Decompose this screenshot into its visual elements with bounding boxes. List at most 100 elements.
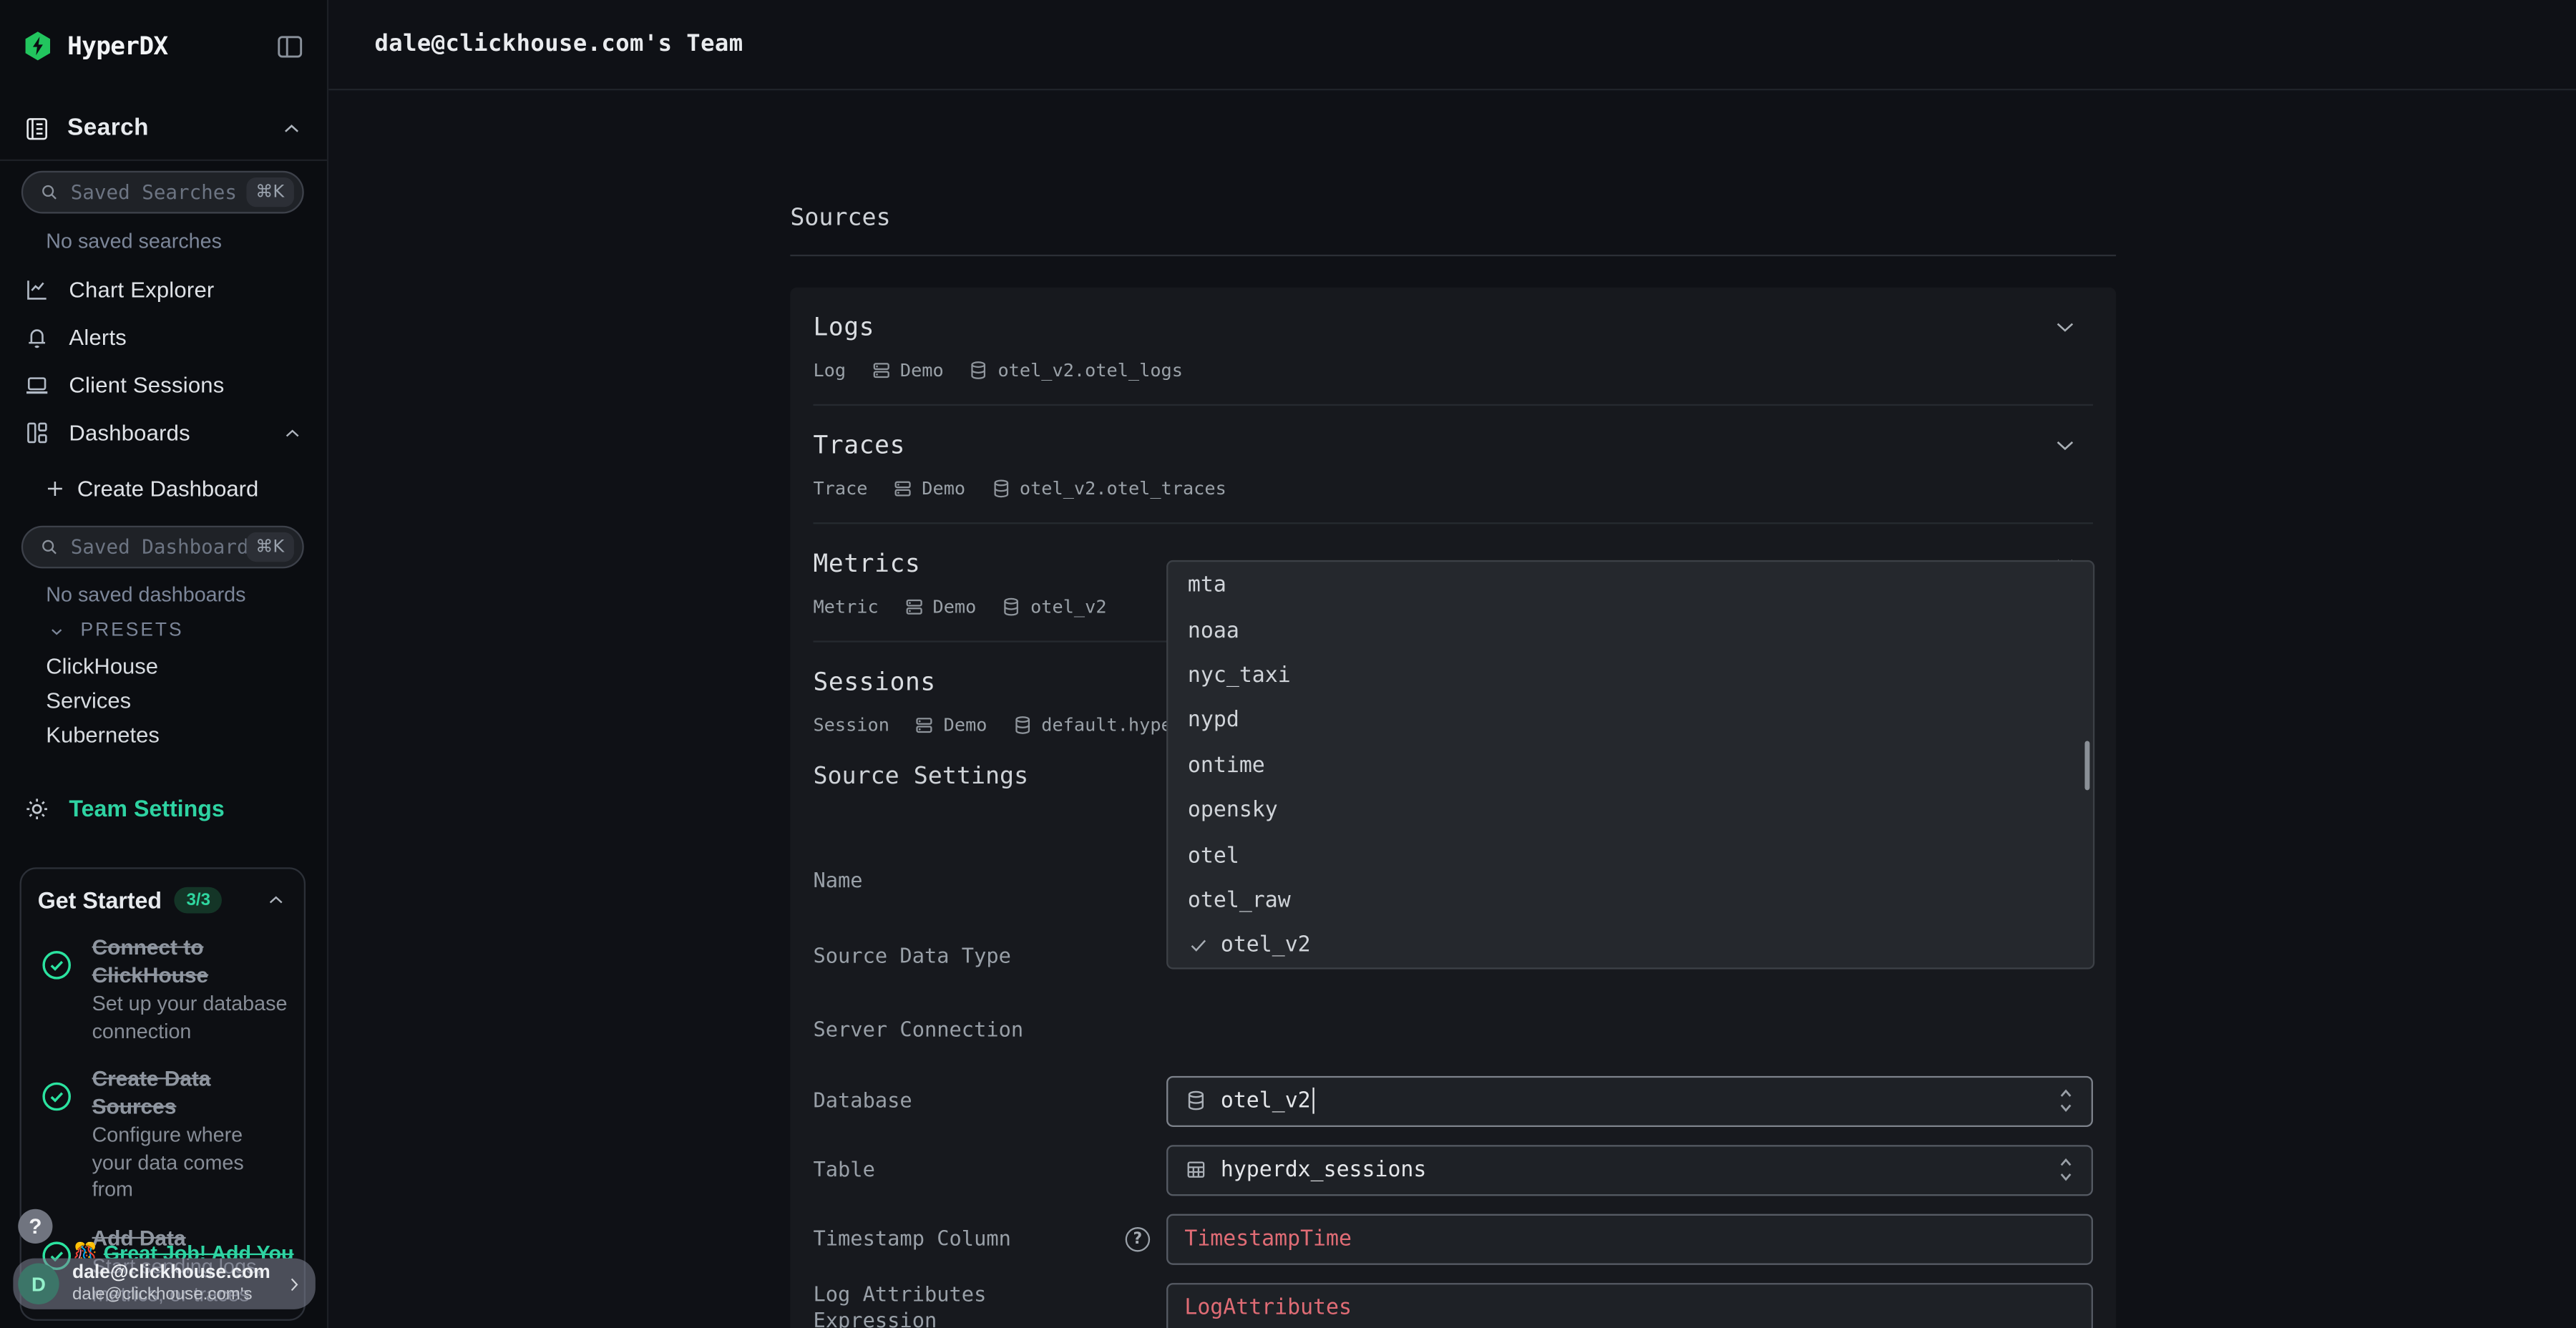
chevron-down-icon: [48, 622, 66, 640]
saved-dashboards-input[interactable]: Saved Dashboards ⌘K: [21, 526, 304, 569]
timestamp-column-input[interactable]: TimestampTime: [1166, 1214, 2093, 1264]
layout-grid-icon: [23, 419, 51, 446]
presets-toggle[interactable]: PRESETS: [48, 620, 184, 643]
check-icon: [1188, 935, 1209, 957]
source-type: Trace: [813, 477, 867, 499]
log-attributes-label: Log Attributes Expression: [813, 1281, 1166, 1328]
database-icon: [990, 477, 1012, 499]
dropdown-option-nypd[interactable]: nypd: [1168, 698, 2093, 743]
sidebar-item-search[interactable]: Search: [23, 104, 304, 153]
topbar: dale@clickhouse.com's Team: [328, 0, 2576, 90]
journal-search-icon: [23, 114, 51, 142]
source-table: otel_v2.otel_traces: [1020, 477, 1226, 499]
database-label: Database: [813, 1087, 1166, 1114]
collapse-sidebar-icon[interactable]: [274, 30, 306, 62]
search-icon: [39, 537, 59, 557]
chevron-right-icon: [283, 1272, 306, 1295]
divider: [790, 255, 2116, 256]
log-attributes-input[interactable]: LogAttributes: [1166, 1282, 2093, 1328]
no-saved-searches-text: No saved searches: [46, 230, 222, 253]
sidebar-item-alerts[interactable]: Alerts: [0, 314, 327, 362]
dropdown-option-otel[interactable]: otel: [1168, 834, 2093, 879]
table-label: Table: [813, 1156, 1166, 1183]
dropdown-option-otel-raw[interactable]: otel_raw: [1168, 879, 2093, 924]
main-area: dale@clickhouse.com's Team Sources Logs …: [328, 0, 2576, 1328]
database-icon: [968, 359, 990, 381]
table-select[interactable]: hyperdx_sessions: [1166, 1144, 2093, 1195]
search-section-label: Search: [67, 115, 149, 142]
user-menu[interactable]: D dale@clickhouse.com dale@clickhouse.co…: [13, 1259, 315, 1309]
sidebar-item-team-settings[interactable]: Team Settings: [23, 792, 225, 825]
source-server: Demo: [900, 359, 944, 381]
saved-searches-placeholder: Saved Searches: [71, 181, 246, 204]
source-data-type-label: Source Data Type: [813, 942, 1166, 970]
dropdown-option-mta[interactable]: mta: [1168, 563, 2093, 608]
preset-kubernetes[interactable]: Kubernetes: [46, 718, 160, 751]
database-dropdown: mta noaa nyc_taxi nypd ontime opensky ot…: [1166, 560, 2094, 970]
database-icon: [1001, 595, 1023, 617]
source-table: otel_v2.otel_logs: [997, 359, 1183, 381]
source-server: Demo: [932, 595, 976, 617]
create-dashboard-button[interactable]: Create Dashboard: [44, 467, 258, 509]
saved-searches-input[interactable]: Saved Searches ⌘K: [21, 171, 304, 214]
source-type: Metric: [813, 595, 878, 617]
dropdown-option-ontime[interactable]: ontime: [1168, 743, 2093, 788]
database-icon: [1184, 1089, 1207, 1112]
section-title: Metrics: [813, 548, 920, 577]
confetti-icon: 🎊: [72, 1242, 98, 1259]
server-icon: [892, 477, 914, 499]
saved-dashboards-placeholder: Saved Dashboards: [71, 535, 246, 558]
search-icon: [39, 182, 59, 202]
get-started-title: Get Started: [38, 887, 162, 914]
dropdown-option-noaa[interactable]: noaa: [1168, 608, 2093, 653]
dropdown-option-otel-v2-selected[interactable]: otel_v2: [1168, 924, 2093, 969]
get-started-step-sources[interactable]: Create Data Sources Configure where your…: [38, 1066, 288, 1204]
sidebar-item-dashboards[interactable]: Dashboards: [0, 409, 327, 457]
dropdown-option-nyc-taxi[interactable]: nyc_taxi: [1168, 653, 2093, 698]
chevron-up-icon[interactable]: [281, 421, 304, 444]
source-server: Demo: [922, 477, 965, 499]
form-row-log-attributes: Log Attributes Expression LogAttributes: [813, 1273, 2093, 1328]
chevron-down-icon[interactable]: [2050, 311, 2079, 341]
timestamp-column-value: TimestampTime: [1184, 1226, 1352, 1251]
chart-line-icon: [23, 276, 51, 304]
check-circle-icon: [39, 1079, 74, 1113]
timestamp-column-label: Timestamp Column: [813, 1225, 1125, 1252]
dropdown-option-opensky[interactable]: opensky: [1168, 788, 2093, 834]
help-button[interactable]: ?: [18, 1209, 52, 1244]
no-saved-dashboards-text: No saved dashboards: [46, 583, 245, 606]
chevron-up-icon[interactable]: [279, 116, 303, 140]
shortcut-badge: ⌘K: [245, 177, 293, 207]
app-title: HyperDX: [67, 31, 167, 61]
laptop-icon: [23, 371, 51, 399]
dropdown-scrollbar[interactable]: [2084, 741, 2089, 790]
server-icon: [871, 359, 892, 381]
get-started-step-connect[interactable]: Connect to ClickHouse Set up your databa…: [38, 934, 288, 1045]
chevron-up-icon[interactable]: [265, 889, 288, 912]
preset-services[interactable]: Services: [46, 683, 131, 716]
preset-clickhouse[interactable]: ClickHouse: [46, 649, 158, 682]
database-select[interactable]: otel_v2: [1166, 1075, 2093, 1126]
sidebar-nav: Chart Explorer Alerts Client Sessions Da…: [0, 266, 327, 456]
form-row-timestamp-column: Timestamp Column ? TimestampTime: [813, 1204, 2093, 1273]
source-type: Log: [813, 359, 846, 381]
page-header-title: dale@clickhouse.com's Team: [374, 31, 743, 58]
sidebar-item-chart-explorer[interactable]: Chart Explorer: [0, 266, 327, 314]
check-circle-icon: [39, 948, 74, 982]
bell-icon: [23, 323, 51, 351]
section-title: Sessions: [813, 666, 935, 695]
form-row-table: Table hyperdx_sessions: [813, 1135, 2093, 1204]
shortcut-badge: ⌘K: [245, 532, 293, 562]
hyperdx-logo-icon: [21, 29, 54, 62]
name-label: Name: [813, 867, 1166, 894]
form-row-database: Database otel_v2: [813, 1066, 2093, 1135]
get-started-header[interactable]: Get Started 3/3: [38, 887, 288, 914]
source-section-logs: Logs Log Demo otel_v2.otel_logs: [813, 288, 2093, 406]
log-attributes-value: LogAttributes: [1184, 1295, 1352, 1319]
sidebar: HyperDX Search Saved Searches ⌘K: [0, 0, 328, 1328]
help-circle-icon[interactable]: ?: [1126, 1226, 1150, 1251]
source-server: Demo: [944, 714, 987, 736]
sidebar-item-client-sessions[interactable]: Client Sessions: [0, 361, 327, 409]
section-title: Logs: [813, 311, 874, 341]
chevron-down-icon[interactable]: [2050, 429, 2079, 459]
